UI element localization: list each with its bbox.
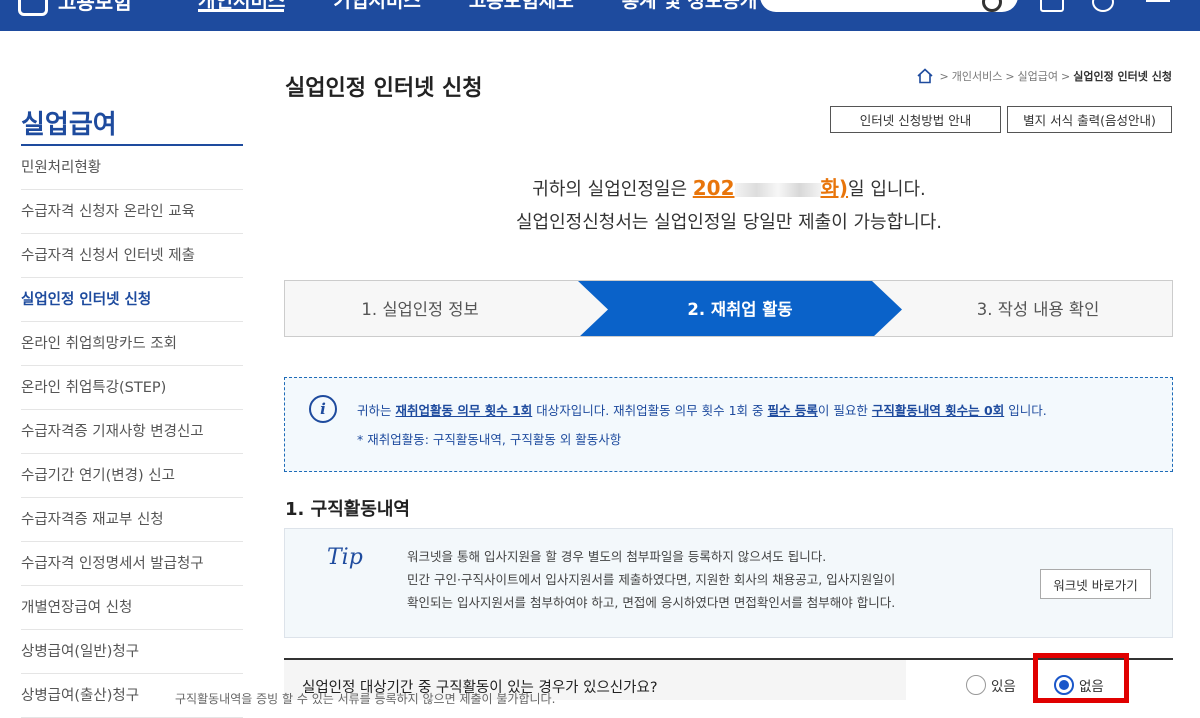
tip-icon: Tip — [327, 545, 363, 570]
notice-suffix: 일 입니다. — [848, 179, 926, 200]
sidebar-item-unemployment-recognition[interactable]: 실업인정 인터넷 신청 — [21, 278, 243, 322]
sidebar-item-complaint-status[interactable]: 민원처리현황 — [21, 146, 243, 190]
sidebar-title: 실업급여 — [21, 110, 117, 140]
tip-line: 워크넷을 통해 입사지원을 할 경우 별도의 첨부파일을 등록하지 않으셔도 됩… — [407, 549, 827, 564]
section-title-job-search: 1. 구직활동내역 — [285, 499, 410, 520]
date-visible-end: 화) — [820, 176, 849, 200]
radio-label-yes[interactable]: 있음 — [991, 675, 1016, 695]
sidebar-item-extended-benefit[interactable]: 개별연장급여 신청 — [21, 586, 243, 630]
worknet-shortcut-button[interactable]: 워크넷 바로가기 — [1040, 569, 1151, 599]
tip-line: 확인되는 입사지원서를 첨부하여야 하고, 면접에 응시하였다면 면접확인서를 … — [407, 595, 896, 610]
breadcrumb-separator: > — [1061, 69, 1071, 83]
info-text-part: 이 필요한 — [817, 403, 872, 418]
info-text-part: 입니다. — [1004, 403, 1047, 418]
sidebar-menu: 민원처리현황 수급자격 신청자 온라인 교육 수급자격 신청서 인터넷 제출 실… — [21, 146, 243, 718]
step-3: 3. 작성 내용 확인 — [976, 300, 1100, 319]
nav-item-statistics[interactable]: 통계 및 정보공개 — [622, 0, 758, 13]
info-note: * 재취업활동: 구직활동내역, 구직활동 외 활동사항 — [357, 432, 622, 447]
breadcrumb-separator: > — [1005, 69, 1015, 83]
radio-option-yes[interactable]: 있음 — [966, 675, 1016, 695]
menu-icon[interactable] — [1146, 0, 1170, 2]
step-2-active: 2. 재취업 활동 — [687, 300, 793, 319]
recognition-date-link[interactable]: 202 화) — [693, 176, 848, 200]
job-search-count-emphasis: 구직활동내역 횟수는 0회 — [871, 403, 1005, 418]
radio-circle[interactable] — [966, 675, 986, 695]
required-count-emphasis: 재취업활동 의무 횟수 1회 — [395, 403, 533, 418]
tip-box: Tip 워크넷을 통해 입사지원을 할 경우 별도의 첨부파일을 등록하지 않으… — [284, 528, 1173, 638]
internet-guide-button[interactable]: 인터넷 신청방법 안내 — [830, 106, 1001, 133]
user-icon[interactable] — [1092, 0, 1114, 12]
print-form-button[interactable]: 별지 서식 출력(음성안내) — [1007, 106, 1172, 133]
breadcrumb-separator: > — [939, 69, 949, 83]
breadcrumb-item-current: 실업인정 인터넷 신청 — [1073, 70, 1172, 83]
tip-line: 민간 구인·구직사이트에서 입사지원서를 제출하였다면, 지원한 회사의 채용공… — [407, 572, 896, 587]
breadcrumb: > 개인서비스 > 실업급여 > 실업인정 인터넷 신청 — [916, 68, 1172, 84]
question-subnote: 구직활동내역을 증빙 할 수 있는 서류를 등록하지 않으면 제출이 불가합니다… — [175, 692, 556, 706]
step-1: 1. 실업인정 정보 — [361, 300, 479, 319]
sidebar-item-sickness-benefit[interactable]: 상병급여(일반)청구 — [21, 630, 243, 674]
sidebar-item-reissue[interactable]: 수급자격증 재교부 신청 — [21, 498, 243, 542]
tip-text: 워크넷을 통해 입사지원을 할 경우 별도의 첨부파일을 등록하지 않으셔도 됩… — [407, 545, 895, 614]
login-icon[interactable] — [1040, 0, 1064, 12]
info-text-part: 귀하는 — [357, 403, 396, 418]
highlight-box — [1033, 653, 1129, 703]
global-nav: 개인서비스 기업서비스 고용보험제도 통계 및 정보공개 — [198, 0, 805, 13]
info-text-part: 대상자입니다. 재취업활동 의무 횟수 1회 중 — [532, 403, 768, 418]
submission-notice: 실업인정신청서는 실업인정일 당일만 제출이 가능합니다. — [515, 212, 943, 233]
sidebar-item-online-education[interactable]: 수급자격 신청자 온라인 교육 — [21, 190, 243, 234]
required-registration-emphasis: 필수 등록 — [767, 403, 818, 418]
breadcrumb-item-benefit[interactable]: 실업급여 — [1018, 68, 1058, 84]
info-icon: i — [309, 395, 337, 423]
notice-prefix: 귀하의 실업인정일은 — [532, 179, 693, 200]
info-main-text: 귀하는 재취업활동 의무 횟수 1회 대상자입니다. 재취업활동 의무 횟수 1… — [357, 400, 1047, 419]
nav-item-business[interactable]: 기업서비스 — [333, 0, 420, 13]
sidebar-item-application-submit[interactable]: 수급자격 신청서 인터넷 제출 — [21, 234, 243, 278]
sidebar-item-change-report[interactable]: 수급자격증 기재사항 변경신고 — [21, 410, 243, 454]
page-title: 실업인정 인터넷 신청 — [285, 76, 483, 101]
home-icon[interactable] — [916, 68, 933, 84]
breadcrumb-item-personal[interactable]: 개인서비스 — [952, 68, 1003, 84]
recognition-date-notice: 귀하의 실업인정일은 202 화)일 입니다. — [285, 172, 1173, 201]
top-header: 고용보험 개인서비스 기업서비스 고용보험제도 통계 및 정보공개 — [0, 0, 1200, 31]
nav-item-insurance[interactable]: 고용보험제도 — [469, 0, 574, 13]
sidebar-item-certificate[interactable]: 수급자격 인정명세서 발급청구 — [21, 542, 243, 586]
reemployment-info-box: i 귀하는 재취업활동 의무 횟수 1회 대상자입니다. 재취업활동 의무 횟수… — [284, 377, 1173, 472]
nav-active-underline — [198, 9, 284, 12]
sidebar-item-period-extension[interactable]: 수급기간 연기(변경) 신고 — [21, 454, 243, 498]
logo-icon[interactable] — [18, 0, 48, 16]
sidebar-item-step[interactable]: 온라인 취업특강(STEP) — [21, 366, 243, 410]
logo-text[interactable]: 고용보험 — [58, 0, 132, 15]
sidebar-item-job-card[interactable]: 온라인 취업희망카드 조회 — [21, 322, 243, 366]
redacted-date-mask — [734, 182, 821, 197]
step-indicator: 1. 실업인정 정보 2. 재취업 활동 3. 작성 내용 확인 — [284, 280, 1173, 337]
date-visible-start: 202 — [692, 176, 735, 200]
header-search-input[interactable] — [760, 0, 1018, 12]
